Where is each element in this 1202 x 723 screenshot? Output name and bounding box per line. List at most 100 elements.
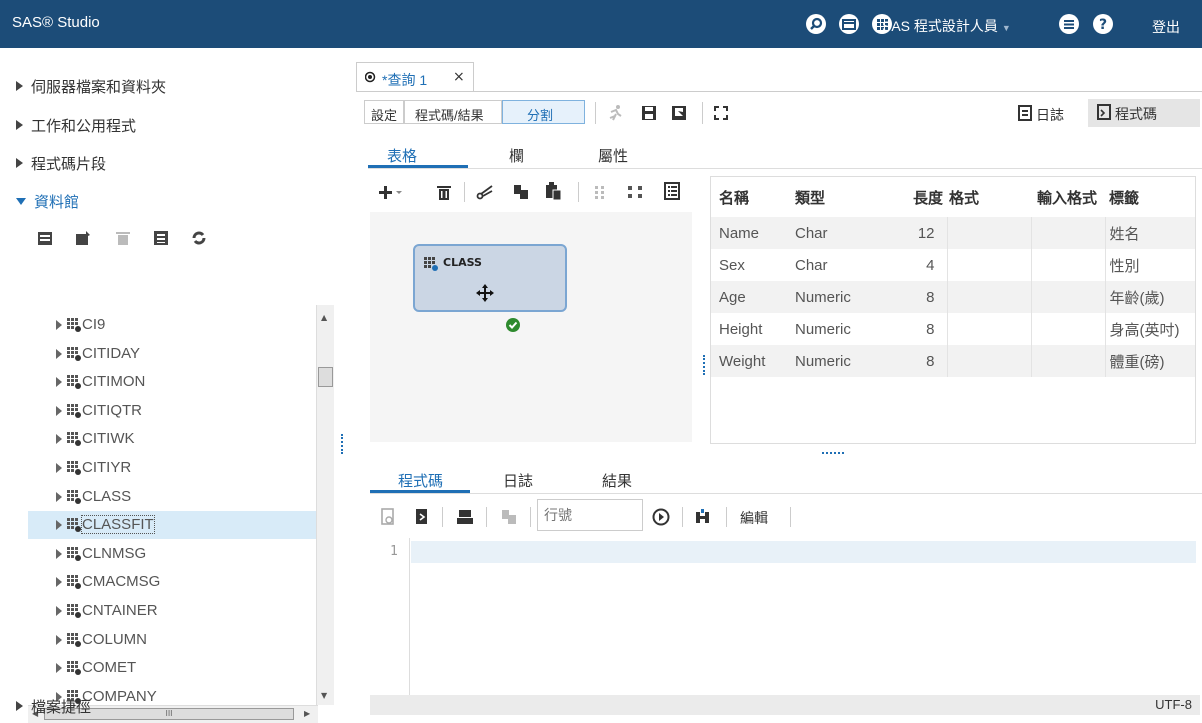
expand-arrow-icon[interactable] xyxy=(56,520,62,531)
scrollbar-thumb[interactable] xyxy=(318,367,333,387)
nav-section-snippets[interactable]: 程式碼片段 xyxy=(16,153,106,174)
library-item[interactable]: CNTAINER xyxy=(28,597,316,625)
table-row[interactable]: Name Char 12 姓名 xyxy=(711,217,1195,249)
expand-arrow-icon[interactable] xyxy=(56,405,62,416)
code-results-button[interactable]: 程式碼/結果 xyxy=(404,100,502,124)
refresh-icon[interactable] xyxy=(190,229,208,247)
expand-arrow-icon[interactable] xyxy=(56,577,62,588)
columns-table[interactable]: 名稱 類型 長度 格式 輸入格式 標籤 Name Char 12 姓名 Sex Char 4… xyxy=(711,177,1195,377)
expand-arrow-icon[interactable] xyxy=(56,377,62,388)
expand-arrow-icon[interactable] xyxy=(56,434,62,445)
nav-section-file-shortcuts[interactable]: 檔案捷徑 xyxy=(16,696,91,717)
library-item[interactable]: CI9 xyxy=(28,311,316,339)
table-row[interactable]: Height Numeric 8 身高(英吋) xyxy=(711,313,1195,345)
menu-lines-icon[interactable] xyxy=(1058,13,1080,35)
save-as-icon[interactable] xyxy=(670,104,688,122)
tab-columns[interactable]: 欄 xyxy=(509,145,524,166)
library-item[interactable]: CITIYR xyxy=(28,454,316,482)
column-header-name[interactable]: 名稱 xyxy=(711,177,789,217)
table-view-icon[interactable] xyxy=(152,229,170,247)
cell-name: Height xyxy=(719,320,763,338)
tab-results[interactable]: 結果 xyxy=(602,470,632,491)
code-button[interactable]: 程式碼 xyxy=(1088,99,1200,127)
expand-arrow-icon[interactable] xyxy=(56,463,62,473)
expand-arrow-icon[interactable] xyxy=(56,634,62,645)
logout-button[interactable]: 登出 xyxy=(1152,17,1180,37)
go-to-line-icon[interactable] xyxy=(652,508,670,526)
copy-icon[interactable] xyxy=(512,183,530,201)
pane-splitter-handle[interactable] xyxy=(822,452,844,454)
column-header-length[interactable]: 長度 xyxy=(869,177,947,217)
library-item[interactable]: CLASS xyxy=(28,483,316,511)
print-icon[interactable] xyxy=(456,508,474,526)
align-icon[interactable] xyxy=(592,184,608,200)
scroll-up-icon[interactable]: ▲ xyxy=(321,313,327,322)
library-item[interactable]: CITIWK xyxy=(28,425,316,453)
expand-arrow-icon[interactable] xyxy=(56,491,62,502)
maximize-icon[interactable] xyxy=(712,104,730,122)
code-editor[interactable]: 1 xyxy=(370,538,1200,695)
scroll-down-icon[interactable]: ▼ xyxy=(321,691,327,700)
pane-splitter-handle[interactable] xyxy=(703,355,705,375)
list-view-icon[interactable] xyxy=(664,182,680,200)
table-node-class[interactable]: CLASS xyxy=(413,244,567,312)
expand-arrow-icon[interactable] xyxy=(56,663,62,674)
log-button[interactable]: 日誌 xyxy=(1008,99,1088,127)
cut-icon[interactable] xyxy=(476,183,494,201)
run-icon[interactable] xyxy=(606,104,624,122)
expand-arrow-icon[interactable] xyxy=(56,548,62,559)
column-header-informat[interactable]: 輸入格式 xyxy=(1031,177,1105,217)
copy-icon[interactable] xyxy=(500,508,518,526)
edit-menu[interactable]: 編輯 xyxy=(740,508,768,528)
library-item[interactable]: CLASSFIT xyxy=(28,511,316,540)
find-replace-icon[interactable] xyxy=(694,508,712,526)
library-properties-icon[interactable] xyxy=(74,229,92,247)
library-item[interactable]: COLUMN xyxy=(28,626,316,654)
add-dropdown-icon[interactable] xyxy=(378,183,404,201)
new-program-icon[interactable] xyxy=(380,508,396,526)
table-row[interactable]: Weight Numeric 8 體重(磅) xyxy=(711,345,1195,377)
column-header-label[interactable]: 標籤 xyxy=(1105,177,1195,217)
delete-icon[interactable] xyxy=(436,183,452,201)
nav-section-tasks[interactable]: 工作和公用程式 xyxy=(16,115,136,136)
help-icon[interactable]: ? xyxy=(1092,13,1114,35)
library-item[interactable]: CLNMSG xyxy=(28,540,316,568)
settings-button[interactable]: 設定 xyxy=(364,100,404,124)
table-row[interactable]: Sex Char 4 性別 xyxy=(711,249,1195,281)
library-item[interactable]: CMACMSG xyxy=(28,568,316,596)
tab-log[interactable]: 日誌 xyxy=(503,470,533,491)
library-item[interactable]: CITIQTR xyxy=(28,397,316,425)
tab-properties[interactable]: 屬性 xyxy=(598,145,628,166)
distribute-icon[interactable] xyxy=(626,184,644,200)
open-program-icon[interactable] xyxy=(414,508,430,526)
library-tree-list[interactable]: CI9 CITIDAY CITIMON CITIQTR CITIWK CITIYR CLAS… xyxy=(28,305,316,705)
save-icon[interactable] xyxy=(640,104,658,122)
library-item[interactable]: COMET xyxy=(28,654,316,682)
line-number-input[interactable] xyxy=(537,499,643,531)
user-menu[interactable]: SAS 程式設計人員 ▼ xyxy=(882,16,1011,36)
split-button[interactable]: 分割 xyxy=(502,100,585,124)
delete-icon[interactable] xyxy=(114,229,132,247)
new-library-icon[interactable] xyxy=(36,229,54,247)
nav-section-server-files[interactable]: 伺服器檔案和資料夾 xyxy=(16,76,166,97)
column-header-type[interactable]: 類型 xyxy=(789,177,869,217)
nav-section-libraries[interactable]: 資料館 xyxy=(16,191,79,212)
library-vertical-scrollbar[interactable]: ▲ ▼ xyxy=(316,305,334,705)
library-item[interactable]: CITIMON xyxy=(28,368,316,396)
open-folder-icon[interactable] xyxy=(838,13,860,35)
library-item[interactable]: CITIDAY xyxy=(28,340,316,368)
expand-arrow-icon[interactable] xyxy=(56,606,62,616)
column-header-format[interactable]: 格式 xyxy=(947,177,1031,217)
query-diagram-canvas[interactable]: CLASS xyxy=(370,212,692,442)
pane-splitter-handle[interactable] xyxy=(341,434,343,454)
tab-query-1[interactable]: *查詢 1 × xyxy=(356,62,474,92)
paste-icon[interactable] xyxy=(544,181,562,201)
expand-arrow-icon[interactable] xyxy=(56,348,62,359)
table-row[interactable]: Age Numeric 8 年齡(歲) xyxy=(711,281,1195,313)
search-icon[interactable] xyxy=(805,13,827,35)
close-icon[interactable]: × xyxy=(453,69,465,85)
tab-table[interactable]: 表格 xyxy=(387,145,417,166)
expand-arrow-icon[interactable] xyxy=(56,320,62,330)
tab-code[interactable]: 程式碼 xyxy=(398,470,443,491)
cell-format xyxy=(946,313,1031,345)
